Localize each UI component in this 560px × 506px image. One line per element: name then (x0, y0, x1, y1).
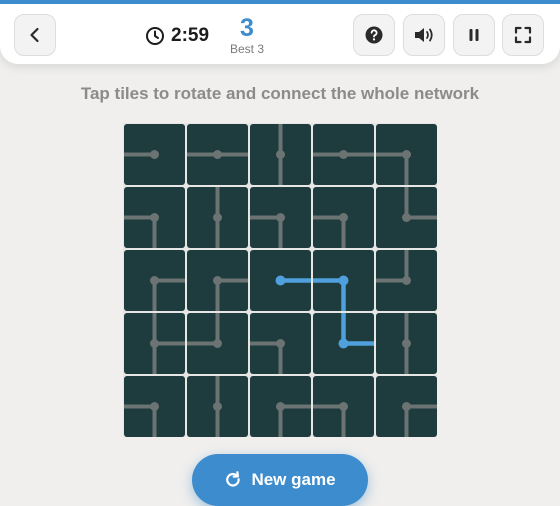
pipe-tile[interactable] (250, 313, 311, 374)
pipe-tile[interactable] (250, 250, 311, 311)
pipe-icon (250, 213, 285, 248)
pipe-icon (187, 313, 222, 348)
pipe-tile[interactable] (376, 124, 437, 185)
help-icon (365, 26, 383, 44)
pipe-icon (376, 150, 411, 185)
pipe-icon (338, 313, 374, 349)
pipe-tile[interactable] (376, 313, 437, 374)
pipe-icon (213, 187, 222, 248)
chevron-left-icon (30, 27, 39, 43)
pipe-tile[interactable] (187, 124, 248, 185)
sound-button[interactable] (403, 14, 445, 56)
pipe-tile[interactable] (124, 124, 185, 185)
new-game-button[interactable]: New game (192, 454, 368, 506)
pipe-icon (124, 150, 159, 159)
pause-button[interactable] (453, 14, 495, 56)
pipe-tile[interactable] (187, 313, 248, 374)
timer: 2:59 (145, 24, 209, 48)
pipe-tile[interactable] (124, 187, 185, 248)
pipe-tile[interactable] (124, 376, 185, 437)
pipe-tile[interactable] (313, 313, 374, 374)
pipe-tile[interactable] (250, 124, 311, 185)
instruction-text: Tap tiles to rotate and connect the whol… (80, 84, 480, 103)
score: 3 Best 3 (222, 14, 272, 56)
pipe-icon (124, 213, 159, 248)
pipe-icon (313, 150, 374, 159)
pipe-tile[interactable] (187, 250, 248, 311)
pipe-icon (276, 124, 285, 185)
pipe-icon (402, 402, 437, 437)
pipe-icon (213, 276, 248, 311)
pipe-icon (313, 402, 348, 437)
top-bar: 2:59 3 Best 3 (0, 0, 560, 64)
fullscreen-button[interactable] (502, 14, 544, 56)
pipe-icon (402, 313, 411, 374)
timer-value: 2:59 (171, 25, 210, 46)
pipe-icon (124, 402, 159, 437)
pipe-icon (150, 313, 185, 374)
pipe-icon (402, 187, 437, 222)
fullscreen-icon (514, 26, 532, 44)
pipe-tile[interactable] (124, 313, 185, 374)
clock-icon (146, 27, 164, 45)
restart-icon (226, 471, 241, 487)
pipe-tile[interactable] (376, 187, 437, 248)
pipe-tile[interactable] (250, 376, 311, 437)
pipe-icon (275, 275, 311, 286)
pipe-icon (276, 402, 311, 437)
pipe-icon (187, 150, 248, 159)
pipe-icon (313, 213, 348, 248)
pipe-icon (376, 250, 411, 285)
pause-icon (469, 29, 479, 41)
help-button[interactable] (353, 14, 395, 56)
pipe-icon (313, 275, 349, 311)
score-value: 3 (240, 14, 254, 42)
pipe-icon (150, 276, 185, 311)
best-score: Best 3 (229, 42, 265, 56)
pipe-tile[interactable] (313, 187, 374, 248)
pipe-tile[interactable] (313, 124, 374, 185)
pipe-tile[interactable] (313, 250, 374, 311)
pipe-tile[interactable] (124, 250, 185, 311)
pipe-tile[interactable] (250, 187, 311, 248)
game-board (123, 123, 437, 437)
pipe-tile[interactable] (187, 376, 248, 437)
pipe-tile[interactable] (313, 376, 374, 437)
pipe-icon (213, 376, 222, 437)
back-button[interactable] (14, 14, 56, 56)
speaker-icon (415, 28, 433, 42)
pipe-tile[interactable] (187, 187, 248, 248)
new-game-label: New game (251, 470, 336, 489)
pipe-tile[interactable] (376, 250, 437, 311)
pipe-icon (250, 339, 285, 374)
pipe-tile[interactable] (376, 376, 437, 437)
